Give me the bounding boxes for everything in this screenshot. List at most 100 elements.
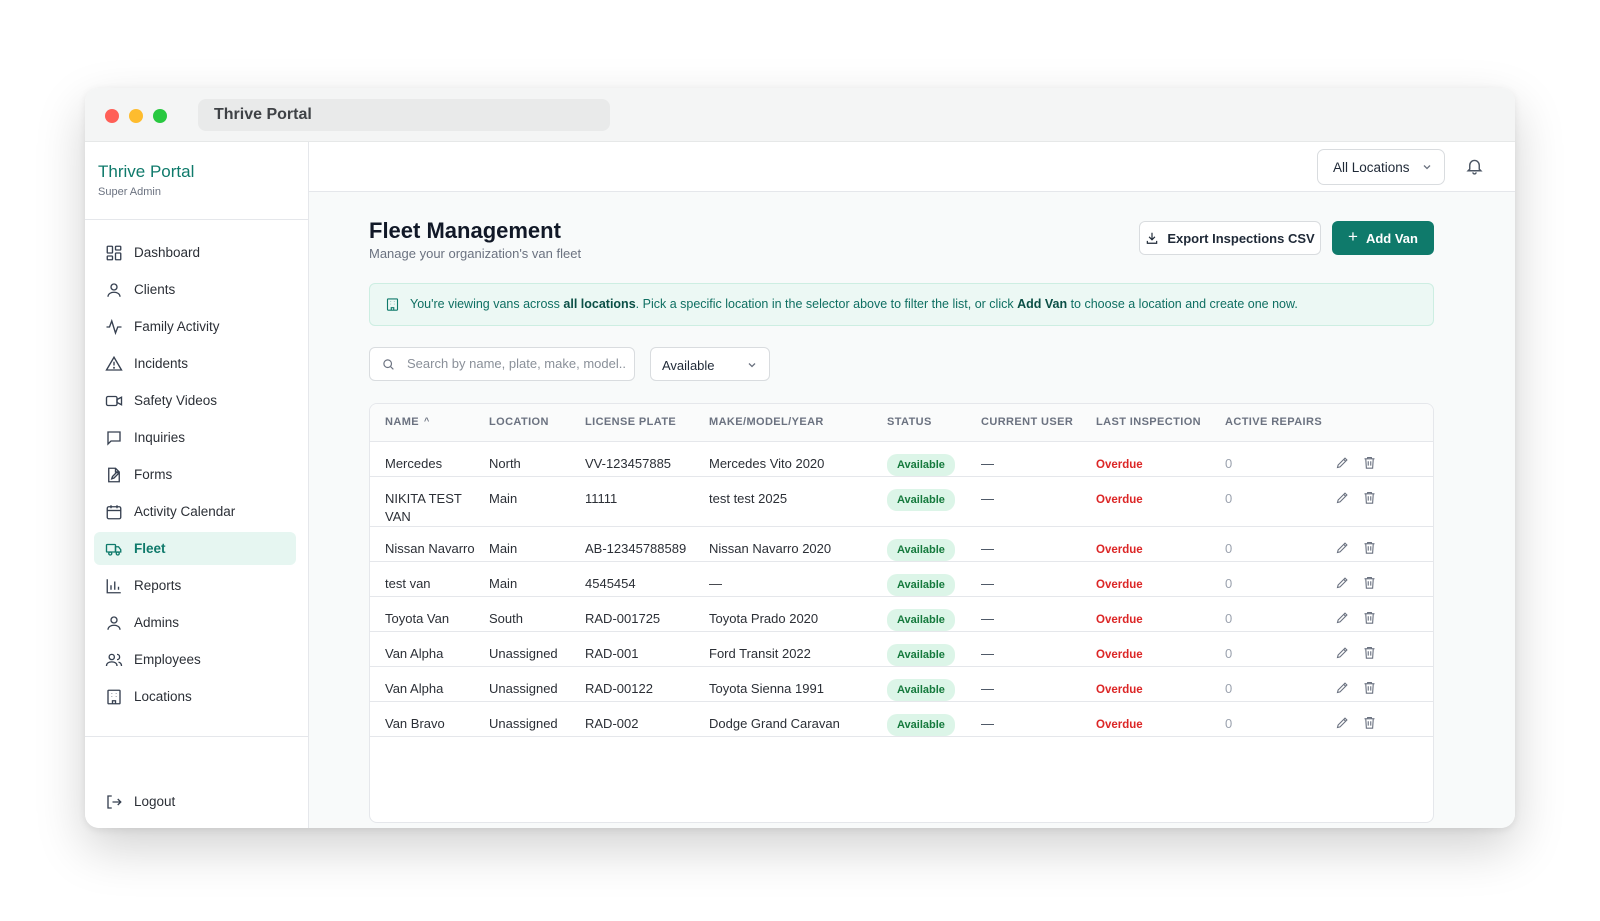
sidebar-item-activity-calendar[interactable]: Activity Calendar: [94, 495, 296, 528]
search-input[interactable]: [407, 356, 627, 371]
inspection-status: Overdue: [1096, 718, 1143, 731]
column-header-current-user[interactable]: CURRENT USER: [981, 404, 1096, 442]
status-badge: Available: [887, 453, 955, 476]
cell-name: Nissan Navarro: [370, 526, 489, 562]
column-header-license-plate[interactable]: LICENSE PLATE: [585, 404, 709, 442]
trash-icon[interactable]: [1362, 455, 1377, 470]
cell-location: South: [489, 596, 585, 632]
sidebar-item-clients[interactable]: Clients: [94, 273, 296, 306]
table-row[interactable]: Mercedes North VV-123457885 Mercedes Vit…: [370, 441, 1433, 477]
chevron-down-icon: [1423, 165, 1431, 170]
status-filter-select[interactable]: Available: [650, 347, 770, 381]
sidebar-item-dashboard[interactable]: Dashboard: [94, 236, 296, 269]
edit-icon[interactable]: [1335, 490, 1350, 505]
cell-license-plate: 4545454: [585, 561, 709, 597]
trash-icon[interactable]: [1362, 680, 1377, 695]
edit-icon[interactable]: [1335, 575, 1350, 590]
edit-icon[interactable]: [1335, 610, 1350, 625]
user-icon: [107, 282, 121, 297]
edit-icon[interactable]: [1335, 715, 1350, 730]
trash-icon[interactable]: [1362, 610, 1377, 625]
close-window-button[interactable]: [105, 109, 119, 123]
sidebar-item-fleet[interactable]: Fleet: [94, 532, 296, 565]
table-row[interactable]: Toyota Van South RAD-001725 Toyota Prado…: [370, 596, 1433, 632]
cell-make-model-year: Mercedes Vito 2020: [709, 441, 887, 477]
sidebar-item-label: Inquiries: [134, 430, 186, 445]
maximize-window-button[interactable]: [153, 109, 167, 123]
brand: Thrive Portal Super Admin: [85, 142, 308, 220]
sidebar-item-family-activity[interactable]: Family Activity: [94, 310, 296, 343]
sidebar-item-reports[interactable]: Reports: [94, 569, 296, 602]
sidebar-item-label: Reports: [134, 578, 182, 593]
edit-icon[interactable]: [1335, 455, 1350, 470]
sidebar-item-employees[interactable]: Employees: [94, 643, 296, 676]
table-row[interactable]: Van Bravo Unassigned RAD-002 Dodge Grand…: [370, 701, 1433, 737]
export-inspections-csv-button[interactable]: Export Inspections CSV: [1139, 221, 1321, 255]
trash-icon[interactable]: [1362, 575, 1377, 590]
column-header-status[interactable]: STATUS: [887, 404, 981, 442]
cell-location: Unassigned: [489, 701, 585, 737]
table-row[interactable]: NIKITA TEST VAN Main 11111 test test 202…: [370, 476, 1433, 527]
inspection-status: Overdue: [1096, 683, 1143, 696]
logout-button[interactable]: Logout: [94, 785, 296, 818]
sidebar-item-incidents[interactable]: Incidents: [94, 347, 296, 380]
page-title: Fleet Management: [369, 218, 561, 243]
cell-current-user: —: [981, 441, 1096, 477]
trash-icon[interactable]: [1362, 490, 1377, 505]
cell-actions: [1335, 526, 1433, 562]
cell-actions: [1335, 596, 1433, 632]
cell-make-model-year: test test 2025: [709, 476, 887, 527]
cell-active-repairs: 0: [1225, 526, 1335, 562]
table-row[interactable]: Nissan Navarro Main AB-12345788589 Nissa…: [370, 526, 1433, 562]
cell-license-plate: RAD-001725: [585, 596, 709, 632]
sidebar-item-locations[interactable]: Locations: [94, 680, 296, 713]
inspection-status: Overdue: [1096, 648, 1143, 661]
sidebar-item-safety-videos[interactable]: Safety Videos: [94, 384, 296, 417]
cell-name: Van Alpha: [370, 631, 489, 667]
cell-actions: [1335, 561, 1433, 597]
cell-active-repairs: 0: [1225, 631, 1335, 667]
sidebar-item-label: Fleet: [134, 541, 166, 556]
sort-asc-icon: ^: [424, 416, 430, 427]
sidebar-item-label: Locations: [134, 689, 192, 704]
cell-active-repairs: 0: [1225, 441, 1335, 477]
export-label: Export Inspections CSV: [1167, 230, 1315, 246]
title-bar: Thrive Portal: [85, 88, 1515, 142]
trash-icon[interactable]: [1362, 645, 1377, 660]
cell-name: Toyota Van: [370, 596, 489, 632]
logout-icon: [107, 794, 122, 809]
trash-icon[interactable]: [1362, 540, 1377, 555]
sidebar-item-forms[interactable]: Forms: [94, 458, 296, 491]
cell-last-inspection: Overdue: [1096, 701, 1225, 737]
activity-icon: [106, 318, 122, 335]
table-row[interactable]: Van Alpha Unassigned RAD-00122 Toyota Si…: [370, 666, 1433, 702]
column-header-make-model-year[interactable]: MAKE/MODEL/YEAR: [709, 404, 887, 442]
banner-bold-add-van: Add Van: [1017, 297, 1068, 311]
minimize-window-button[interactable]: [129, 109, 143, 123]
location-select[interactable]: All Locations: [1317, 149, 1445, 185]
notification-bell-icon[interactable]: [1465, 156, 1484, 176]
chevron-down-icon: [748, 363, 756, 368]
edit-icon[interactable]: [1335, 645, 1350, 660]
column-header-last-inspection[interactable]: LAST INSPECTION: [1096, 404, 1225, 442]
edit-icon[interactable]: [1335, 680, 1350, 695]
table-row[interactable]: test van Main 4545454 — Available — Over…: [370, 561, 1433, 597]
add-van-button[interactable]: + Add Van: [1332, 221, 1434, 255]
sidebar-item-label: Employees: [134, 652, 201, 667]
status-badge: Available: [887, 573, 955, 596]
column-header-location[interactable]: LOCATION: [489, 404, 585, 442]
table-row[interactable]: Van Alpha Unassigned RAD-001 Ford Transi…: [370, 631, 1433, 667]
sidebar-item-inquiries[interactable]: Inquiries: [94, 421, 296, 454]
trash-icon[interactable]: [1362, 715, 1377, 730]
column-header-active-repairs[interactable]: ACTIVE REPAIRS: [1225, 404, 1335, 442]
edit-icon[interactable]: [1335, 540, 1350, 555]
column-header-name[interactable]: NAME ^: [370, 404, 489, 442]
cell-last-inspection: Overdue: [1096, 596, 1225, 632]
cell-license-plate: RAD-00122: [585, 666, 709, 702]
cell-location: North: [489, 441, 585, 477]
sidebar-item-admins[interactable]: Admins: [94, 606, 296, 639]
window-title: Thrive Portal: [198, 99, 610, 131]
calendar-icon: [106, 504, 122, 519]
status-badge: Available: [887, 488, 955, 511]
brand-name[interactable]: Thrive Portal: [98, 162, 295, 182]
